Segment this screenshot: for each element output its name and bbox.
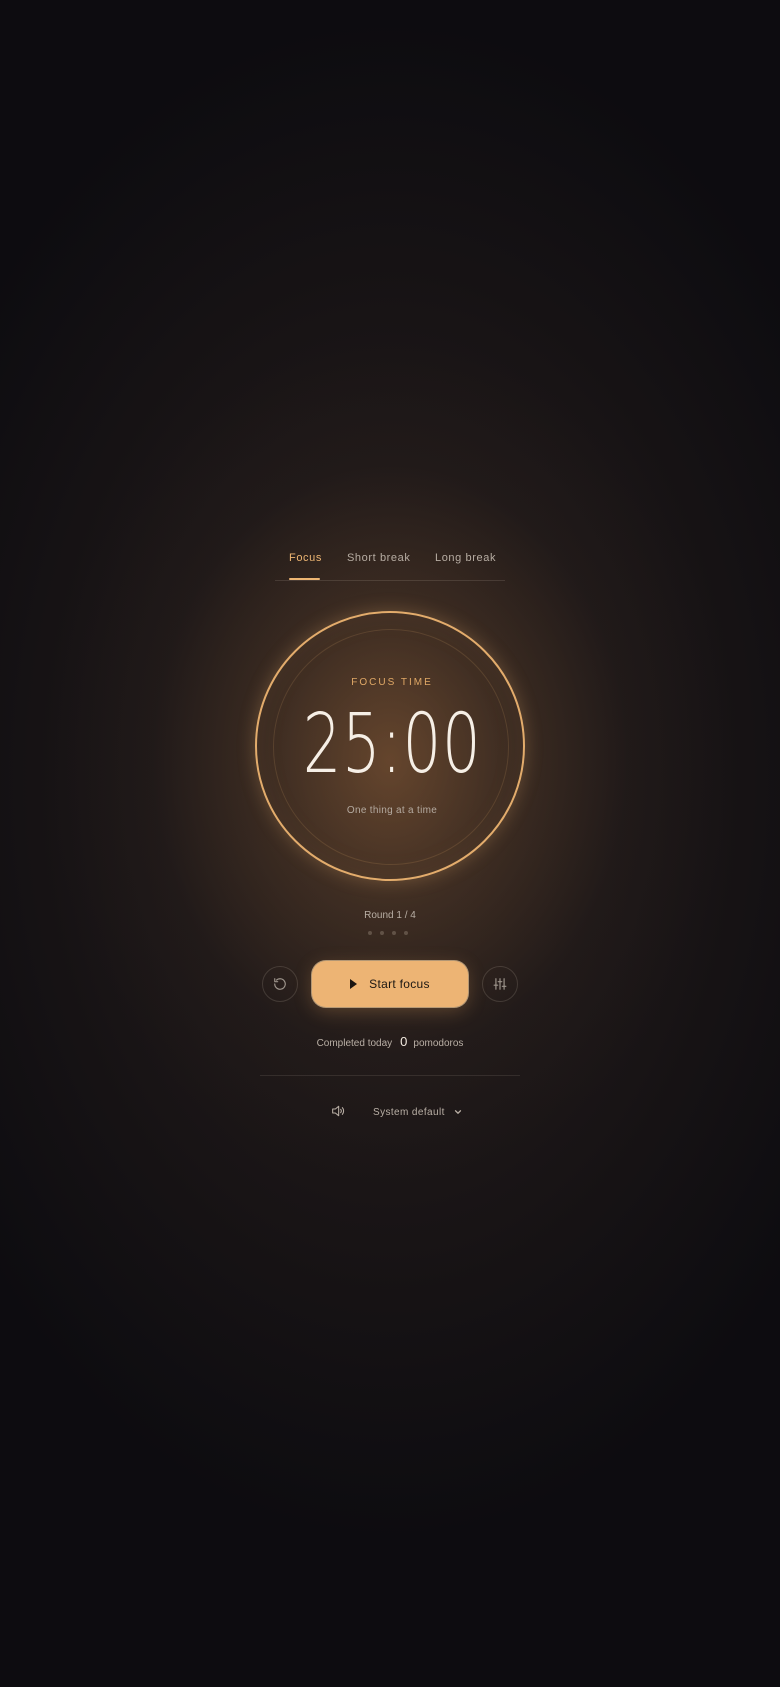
- tab-focus[interactable]: Focus: [289, 552, 322, 564]
- chevron-down-icon: [454, 1110, 461, 1114]
- round-dot: [380, 931, 384, 935]
- completed-count: 0: [400, 1034, 408, 1049]
- round-dot: [392, 931, 396, 935]
- mode-tabs: Focus Short break Long break: [275, 540, 505, 581]
- sound-select[interactable]: System default: [373, 1104, 463, 1120]
- round-label: Round 1 / 4: [364, 910, 416, 921]
- start-focus-label: Start focus: [369, 977, 430, 991]
- reset-icon: [274, 978, 286, 990]
- divider: [260, 1075, 520, 1076]
- timer-dial: FOCUS TIME 25:00 One thing at a time: [255, 611, 525, 881]
- tab-long-break[interactable]: Long break: [435, 552, 496, 564]
- tab-short-break[interactable]: Short break: [347, 552, 410, 564]
- round-dot: [404, 931, 408, 935]
- start-focus-button[interactable]: Start focus: [312, 961, 468, 1007]
- timer-subtitle: One thing at a time: [346, 805, 438, 816]
- round-dot: [368, 931, 372, 935]
- pomodoro-app: Focus Short break Long break FOCUS TIME …: [0, 0, 780, 1687]
- sliders-icon: [493, 978, 507, 990]
- play-icon: [350, 979, 358, 989]
- speaker-icon[interactable]: [330, 1103, 346, 1119]
- completed-prefix: Completed today: [316, 1038, 393, 1049]
- round-progress-dots: [368, 931, 418, 937]
- completed-suffix: pomodoros: [413, 1038, 464, 1049]
- settings-button[interactable]: [482, 966, 518, 1002]
- timer-mode-label: FOCUS TIME: [351, 677, 433, 688]
- active-tab-indicator: [289, 578, 320, 580]
- sound-select-value: System default: [373, 1106, 445, 1118]
- timer-display: 25:00: [302, 697, 482, 792]
- reset-button[interactable]: [262, 966, 298, 1002]
- completed-today: Completed today 0 pomodoros: [290, 1034, 490, 1049]
